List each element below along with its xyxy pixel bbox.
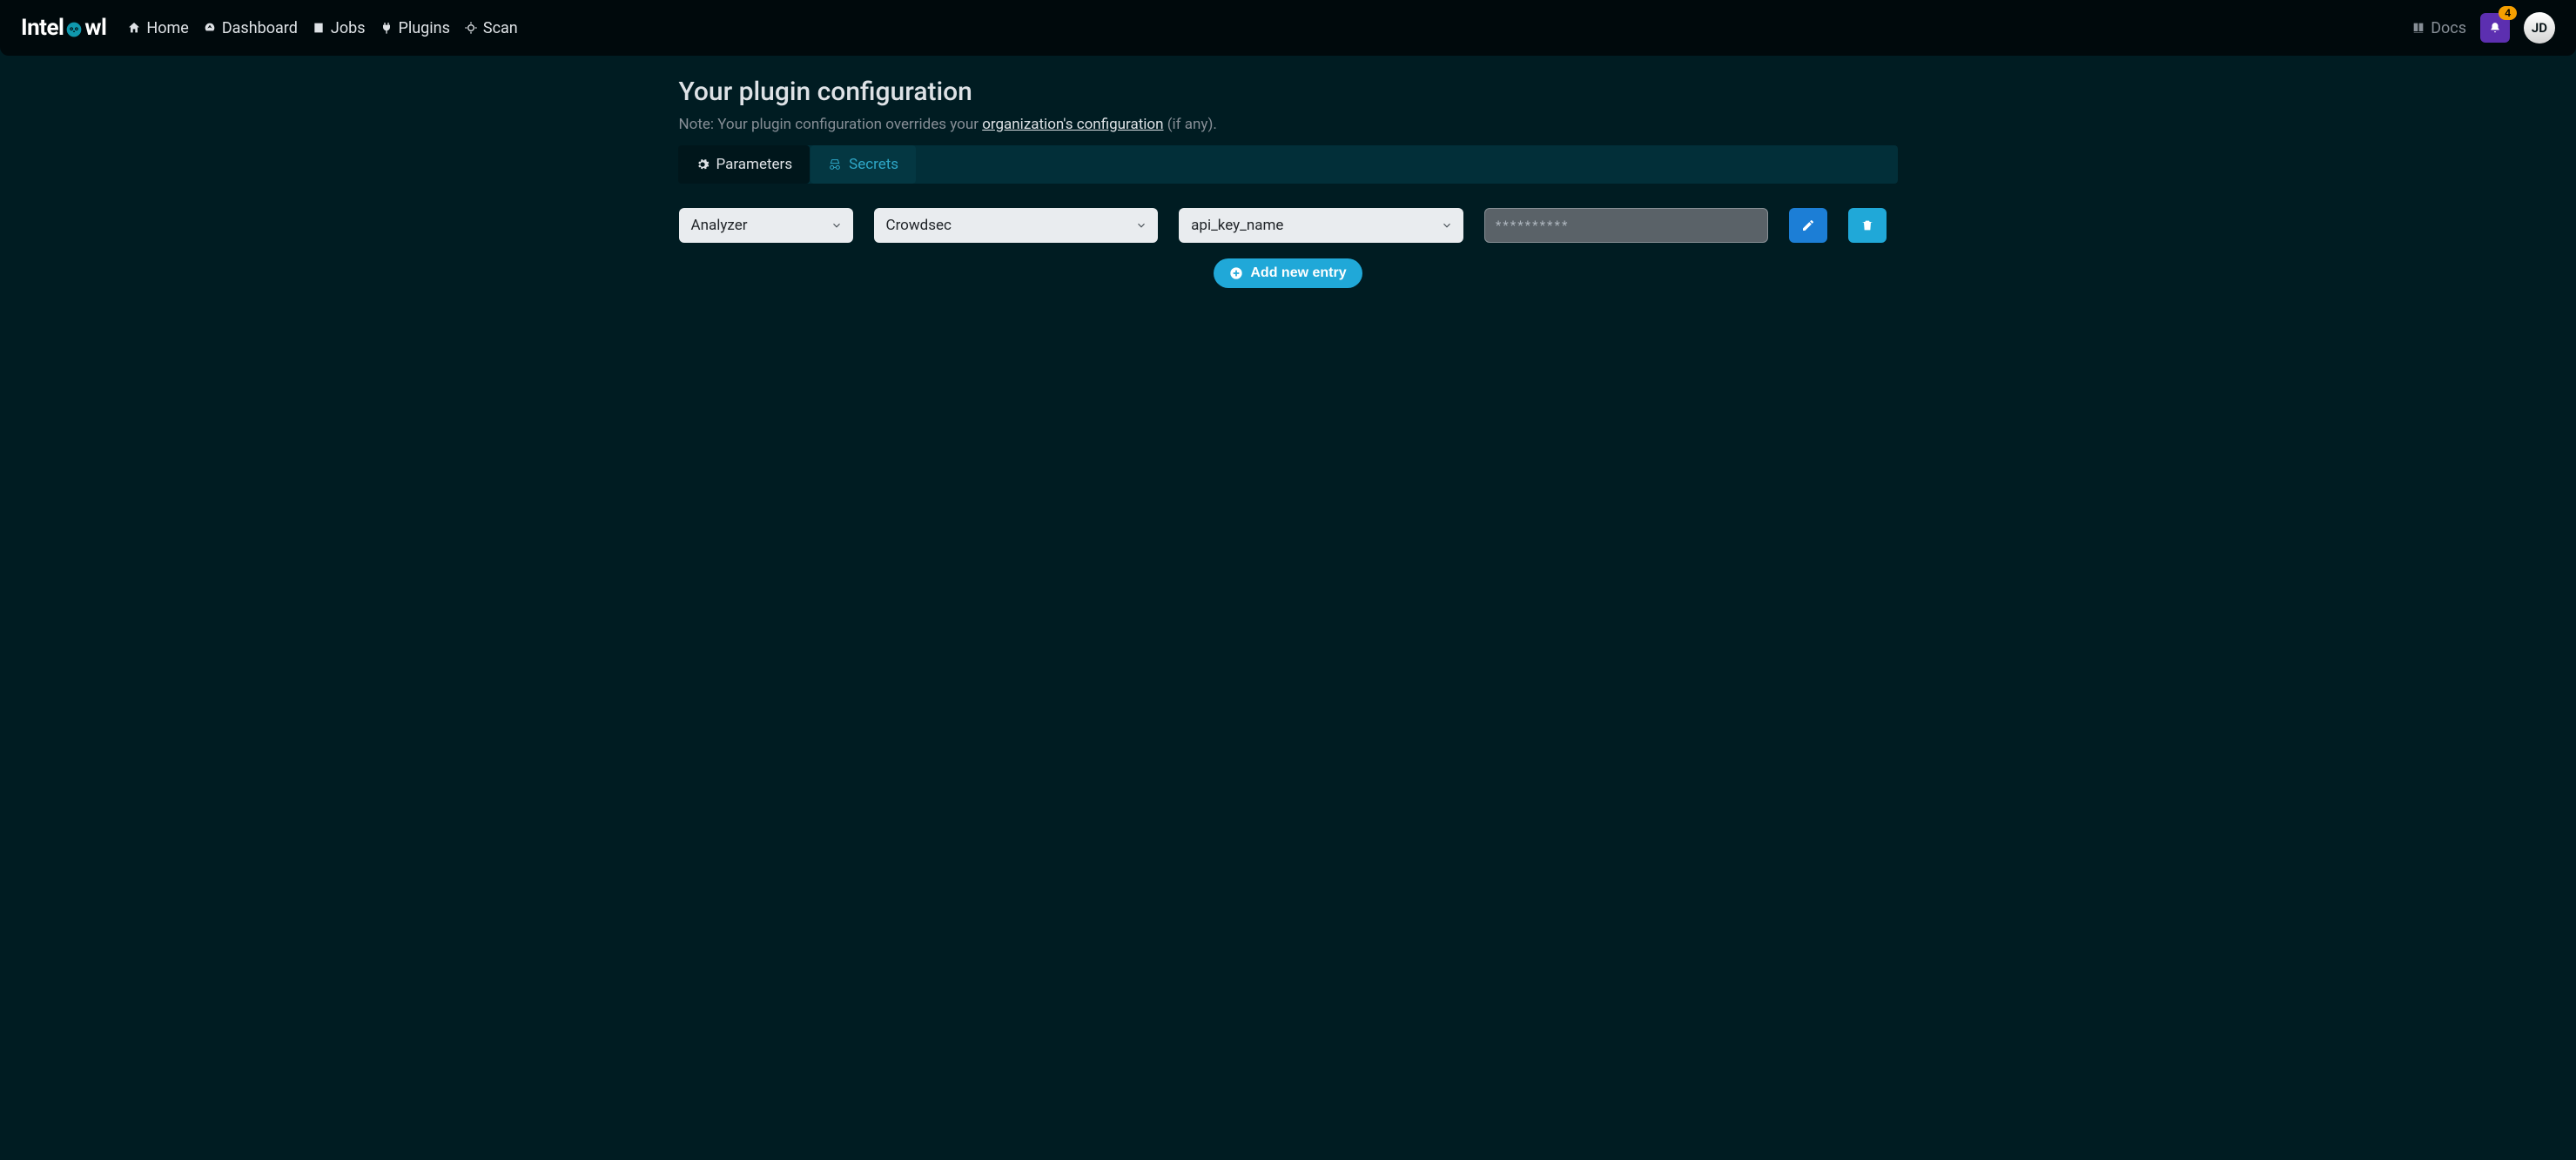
incognito-icon bbox=[828, 158, 842, 171]
tab-parameters-label: Parameters bbox=[716, 156, 793, 173]
delete-button[interactable] bbox=[1848, 208, 1887, 243]
brand-text-2: wl bbox=[84, 15, 106, 41]
org-config-link[interactable]: organization's configuration bbox=[982, 116, 1163, 133]
navbar: Intel wl Home Dashboard Jobs Plugins Sca… bbox=[0, 0, 2576, 56]
add-row: Add new entry bbox=[679, 258, 1898, 288]
notification-count-badge: 4 bbox=[2499, 6, 2517, 20]
nav-scan-label: Scan bbox=[483, 19, 518, 37]
gear-icon bbox=[696, 158, 710, 171]
list-icon bbox=[312, 21, 326, 35]
tab-secrets-label: Secrets bbox=[849, 156, 898, 173]
plugin-type-select[interactable]: Analyzer bbox=[679, 208, 853, 243]
nav-jobs-label: Jobs bbox=[331, 19, 366, 37]
nav-right: Docs 4 JD bbox=[2411, 12, 2555, 44]
nav-docs-label: Docs bbox=[2431, 19, 2466, 37]
plugin-name-value: Crowdsec bbox=[886, 217, 952, 234]
brand-logo[interactable]: Intel wl bbox=[21, 15, 106, 41]
note-prefix: Note: Your plugin configuration override… bbox=[679, 116, 983, 133]
plus-circle-icon bbox=[1229, 266, 1243, 280]
nav-scan[interactable]: Scan bbox=[464, 19, 518, 37]
add-button-label: Add new entry bbox=[1250, 265, 1346, 281]
plugin-name-select[interactable]: Crowdsec bbox=[874, 208, 1159, 243]
nav-plugins-label: Plugins bbox=[399, 19, 450, 37]
nav-plugins[interactable]: Plugins bbox=[380, 19, 450, 37]
nav-dashboard-label: Dashboard bbox=[222, 19, 298, 37]
nav-jobs[interactable]: Jobs bbox=[312, 19, 366, 37]
nav-home-label: Home bbox=[146, 19, 188, 37]
tab-secrets[interactable]: Secrets bbox=[810, 145, 916, 184]
chevron-down-icon bbox=[831, 219, 843, 231]
nav-home[interactable]: Home bbox=[127, 19, 188, 37]
avatar-initials: JD bbox=[2532, 20, 2547, 36]
bell-icon bbox=[2489, 22, 2501, 34]
main-container: Your plugin configuration Note: Your plu… bbox=[662, 56, 1915, 309]
chevron-down-icon bbox=[1135, 219, 1147, 231]
param-name-value: api_key_name bbox=[1191, 217, 1283, 234]
nav-links: Home Dashboard Jobs Plugins Scan bbox=[127, 19, 2411, 37]
page-note: Note: Your plugin configuration override… bbox=[679, 116, 1898, 133]
pencil-icon bbox=[1801, 218, 1815, 232]
crosshair-icon bbox=[464, 21, 478, 35]
tabs: Parameters Secrets bbox=[679, 145, 1898, 184]
secret-value-input[interactable] bbox=[1484, 208, 1769, 243]
nav-docs[interactable]: Docs bbox=[2411, 19, 2466, 37]
home-icon bbox=[127, 21, 141, 35]
nav-dashboard[interactable]: Dashboard bbox=[203, 19, 298, 37]
brand-text-1: Intel bbox=[21, 15, 64, 41]
trash-icon bbox=[1860, 218, 1874, 232]
config-row: Analyzer Crowdsec api_key_name bbox=[679, 208, 1898, 243]
param-name-select[interactable]: api_key_name bbox=[1179, 208, 1463, 243]
book-icon bbox=[2411, 21, 2425, 35]
chevron-down-icon bbox=[1441, 219, 1453, 231]
avatar[interactable]: JD bbox=[2524, 12, 2555, 44]
add-new-entry-button[interactable]: Add new entry bbox=[1214, 258, 1362, 288]
note-suffix: (if any). bbox=[1164, 116, 1217, 133]
notifications-button[interactable]: 4 bbox=[2480, 13, 2510, 43]
plugin-type-value: Analyzer bbox=[691, 217, 748, 234]
page-title: Your plugin configuration bbox=[679, 77, 1898, 107]
edit-button[interactable] bbox=[1789, 208, 1827, 243]
tab-parameters[interactable]: Parameters bbox=[678, 145, 810, 184]
plug-icon bbox=[380, 21, 393, 35]
gauge-icon bbox=[203, 21, 217, 35]
owl-icon bbox=[65, 21, 83, 38]
